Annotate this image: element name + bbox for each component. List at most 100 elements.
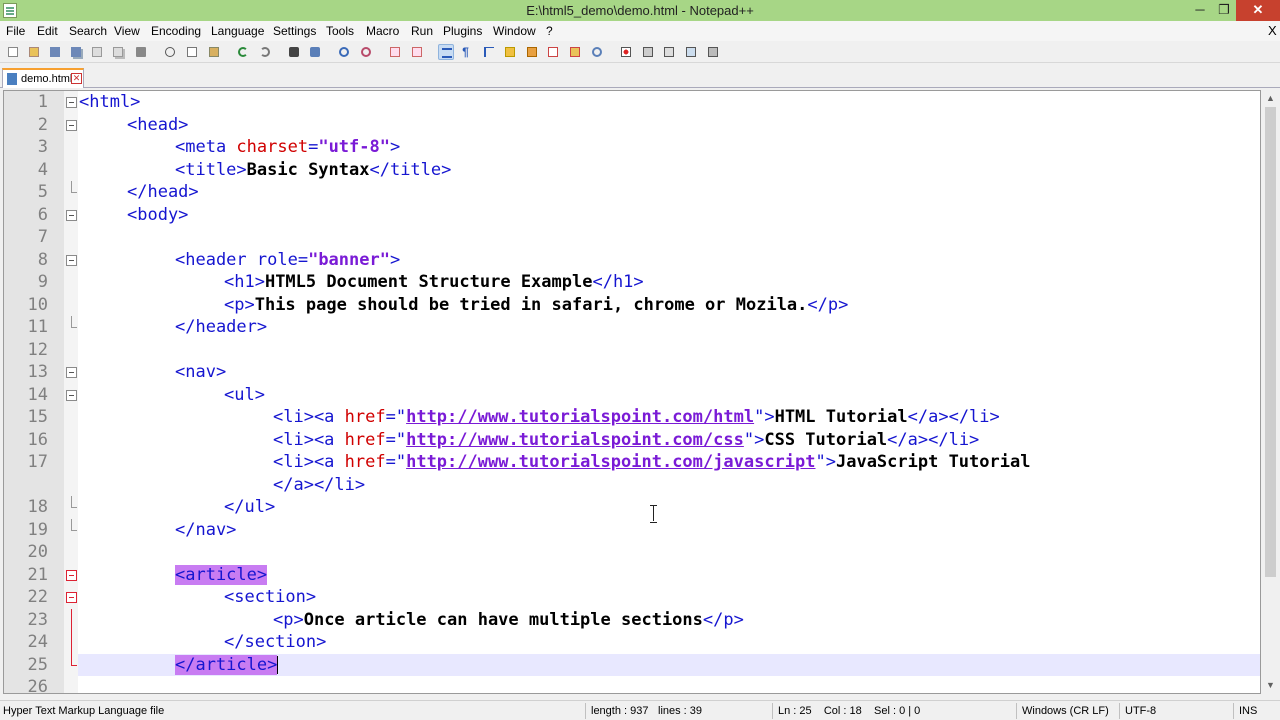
scroll-down-icon[interactable]: ▼ [1262,677,1279,694]
copy-icon[interactable] [184,44,200,60]
code-text: <meta charset="utf-8"> [175,137,401,157]
code-text: <header role="banner"> [175,249,401,270]
code-line-current: 25 </article> [4,653,1260,677]
zoom-in-icon[interactable] [336,44,352,60]
menu-view[interactable]: View [114,24,140,38]
menu-language[interactable]: Language [211,24,264,38]
line-number: 24 [27,632,48,652]
line-number: 21 [27,564,48,585]
text-caret [277,655,279,674]
sync-horizontal-icon[interactable] [409,44,425,60]
scroll-thumb[interactable] [1265,107,1276,577]
indent-guide-icon[interactable] [481,44,497,60]
close-document-button[interactable]: X [1268,23,1277,38]
menu-encoding[interactable]: Encoding [151,24,201,38]
menu-bar: File Edit Search View Encoding Language … [0,21,1280,41]
new-file-icon[interactable] [5,44,21,60]
line-number: 7 [37,227,48,247]
save-all-icon[interactable] [68,44,84,60]
code-editor[interactable]: 1 <html> 2 <head> 3 <meta charset="utf-8… [3,90,1261,694]
code-line: 2 <head> [4,114,1260,137]
close-all-icon[interactable] [110,44,126,60]
undo-icon[interactable] [235,44,251,60]
vertical-scrollbar[interactable]: ▲ ▼ [1262,90,1279,694]
status-file-type: Hyper Text Markup Language file [3,705,165,717]
replace-icon[interactable] [307,44,323,60]
fold-toggle[interactable] [66,367,77,378]
print-icon[interactable] [133,44,149,60]
code-text: </section> [224,632,327,652]
menu-macro[interactable]: Macro [366,24,399,38]
stop-macro-icon[interactable] [640,44,656,60]
menu-window[interactable]: Window [493,24,536,38]
code-line: 26 [4,676,1260,693]
menu-settings[interactable]: Settings [273,24,316,38]
run-macro-multiple-icon[interactable] [683,44,699,60]
code-text: <p>This page should be tried in safari, … [224,294,849,315]
code-line: 6 <body> [4,204,1260,227]
cut-icon[interactable] [162,44,178,60]
menu-plugins[interactable]: Plugins [443,24,482,38]
code-line: 21 <article> [4,564,1260,587]
status-separator [1016,703,1017,719]
fold-toggle-active[interactable] [66,592,77,603]
code-text: <li><a href="http://www.tutorialspoint.c… [273,452,1031,472]
maximize-button[interactable]: ❐ [1210,0,1238,21]
code-text: </ul> [224,497,276,517]
save-macro-icon[interactable] [705,44,721,60]
fold-toggle[interactable] [66,97,77,108]
fold-toggle[interactable] [66,119,77,131]
fold-toggle[interactable] [66,389,77,401]
close-button[interactable]: ✕ [1236,0,1280,21]
menu-file[interactable]: File [6,24,25,38]
tab-close-icon[interactable]: ✕ [71,73,82,84]
function-list-icon[interactable] [545,44,561,60]
ibeam-cursor-icon [650,505,658,523]
code-text: </article> [175,654,279,676]
menu-edit[interactable]: Edit [37,24,58,38]
sync-vertical-icon[interactable] [387,44,403,60]
monitoring-icon[interactable] [589,44,605,60]
redo-icon[interactable] [257,44,273,60]
status-length: length : 937 [591,705,649,717]
open-file-icon[interactable] [26,44,42,60]
word-wrap-icon[interactable] [438,44,454,60]
line-number: 8 [37,249,48,270]
record-macro-icon[interactable] [618,44,634,60]
code-text: <nav> [175,362,227,382]
code-text: <article> [175,564,268,586]
fold-toggle-active[interactable] [66,569,77,581]
paste-icon[interactable] [206,44,222,60]
close-file-icon[interactable] [89,44,105,60]
user-defined-language-icon[interactable] [502,44,518,60]
line-number: 6 [37,204,48,225]
show-all-chars-icon[interactable]: ¶ [459,44,475,60]
play-macro-icon[interactable] [661,44,677,60]
menu-tools[interactable]: Tools [326,24,354,38]
menu-help[interactable]: ? [546,24,553,38]
line-number: 3 [37,137,48,157]
zoom-out-icon[interactable] [358,44,374,60]
code-text: <section> [224,587,317,607]
title-bar: E:\html5_demo\demo.html - Notepad++ ─ ❐ … [0,0,1280,21]
folder-as-workspace-icon[interactable] [567,44,583,60]
matched-tag-highlight: <article> [175,564,268,585]
fold-toggle[interactable] [66,254,77,266]
scroll-up-icon[interactable]: ▲ [1262,90,1279,107]
line-number: 22 [27,587,48,607]
code-text: <body> [127,204,189,225]
fold-toggle[interactable] [66,209,77,221]
menu-run[interactable]: Run [411,24,433,38]
save-icon[interactable] [47,44,63,60]
code-text: <ul> [224,384,265,405]
find-icon[interactable] [286,44,302,60]
line-number: 4 [37,159,48,180]
line-number: 2 [37,114,48,135]
code-line: 15 <li><a href="http://www.tutorialspoin… [4,406,1260,429]
menu-search[interactable]: Search [69,24,107,38]
tab-demo-html[interactable]: demo.html ✕ [2,68,84,88]
code-line: 16 <li><a href="http://www.tutorialspoin… [4,429,1260,452]
toolbar: ¶ [0,41,1280,63]
fold-end-marker [71,496,77,508]
doc-map-icon[interactable] [524,44,540,60]
